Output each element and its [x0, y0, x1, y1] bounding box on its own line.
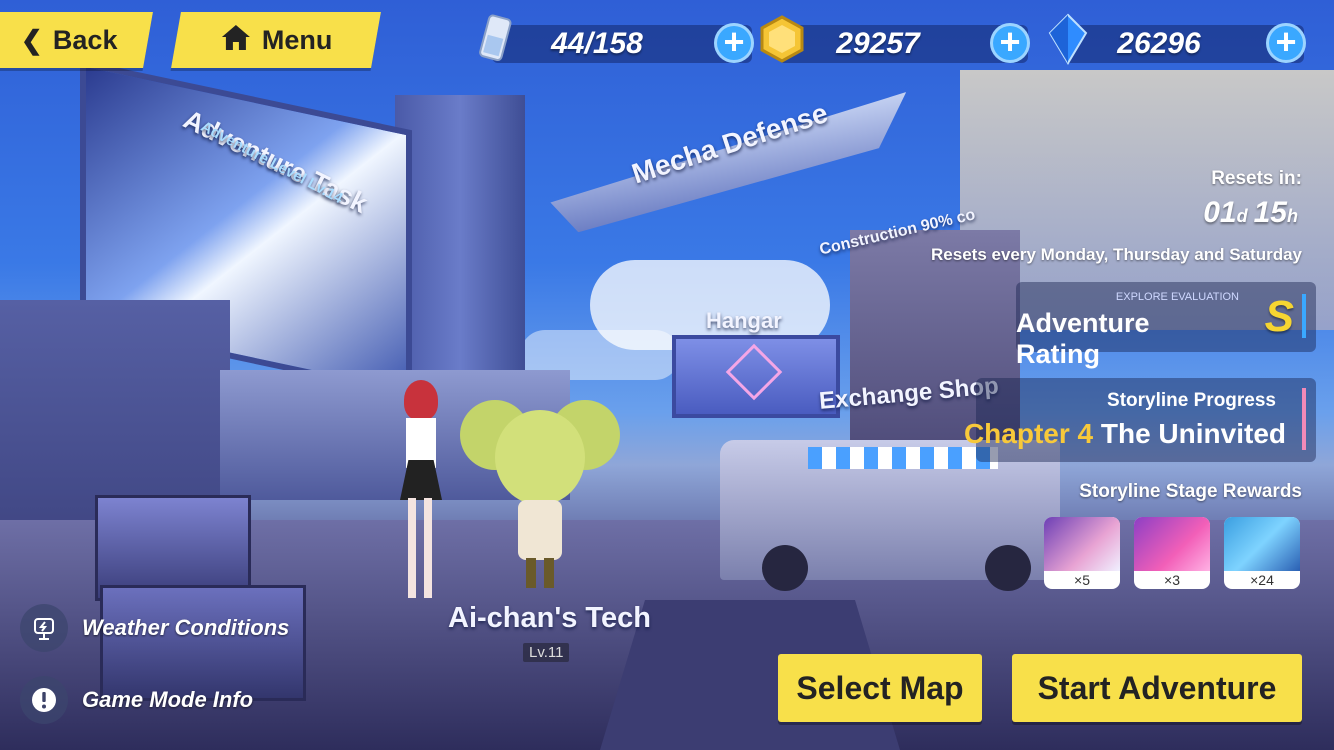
- reset-days-unit: d: [1236, 206, 1248, 226]
- chapter-number: Chapter 4: [963, 418, 1094, 449]
- chevron-left-icon: ❮: [20, 24, 43, 55]
- weather-label: Weather Conditions: [82, 615, 290, 640]
- character-card-icon: [1044, 517, 1120, 571]
- menu-button[interactable]: Menu: [171, 12, 381, 68]
- chapter-name: The Uninvited: [1100, 418, 1286, 449]
- back-label: Back: [52, 24, 118, 55]
- character-level-badge: Lv.11: [523, 643, 570, 662]
- character-ai-chan[interactable]: [460, 400, 620, 590]
- evaluation-caption: EXPLORE EVALUATION: [1115, 291, 1239, 303]
- start-adventure-button[interactable]: Start Adventure: [1012, 654, 1302, 722]
- truck-wheel: [985, 545, 1031, 591]
- reward-count: ×24: [1250, 572, 1274, 588]
- character-name-label: Ai-chan's Tech: [448, 602, 651, 634]
- back-button[interactable]: ❮ Back: [0, 12, 153, 68]
- reset-hours: 15: [1253, 196, 1287, 229]
- reset-title: Resets in:: [1211, 168, 1302, 189]
- reset-days: 01: [1203, 196, 1237, 229]
- weather-icon: [20, 604, 68, 652]
- adventure-rating-label: Adventure Rating: [1016, 308, 1150, 369]
- info-icon: [20, 676, 68, 724]
- reward-count: ×3: [1164, 572, 1180, 588]
- storyline-progress-panel[interactable]: Storyline Progress Chapter 4 The Uninvit…: [964, 378, 1316, 462]
- coin-value: 29257: [836, 27, 920, 60]
- add-crystals-button[interactable]: +: [1266, 23, 1306, 63]
- reset-countdown: 01d 15h: [1203, 196, 1298, 230]
- game-mode-info-button[interactable]: Game Mode Info: [20, 676, 253, 724]
- adventure-rating-panel[interactable]: EXPLORE EVALUATION Adventure Rating S: [1016, 282, 1316, 369]
- reward-item[interactable]: ×3: [1134, 517, 1210, 589]
- rating-accent-bar: [1302, 294, 1306, 338]
- reset-hours-unit: h: [1287, 206, 1298, 226]
- character-red-hair[interactable]: [392, 380, 450, 610]
- reward-count: ×5: [1074, 572, 1090, 588]
- menu-label: Menu: [261, 24, 333, 55]
- truck-wheel: [762, 545, 808, 591]
- home-icon: [220, 23, 252, 58]
- truck-awning: [808, 447, 998, 469]
- coin-counter: 29257 +: [760, 15, 1030, 63]
- add-coins-button[interactable]: +: [990, 23, 1030, 63]
- storyline-chapter-line: Chapter 4 The Uninvited: [964, 418, 1286, 450]
- rating-grade: S: [1264, 292, 1294, 341]
- weather-conditions-button[interactable]: Weather Conditions: [20, 604, 289, 652]
- reward-item[interactable]: ×5: [1044, 517, 1120, 589]
- airship: [544, 92, 906, 238]
- stage-rewards-title: Storyline Stage Rewards: [1079, 481, 1302, 502]
- game-mode-info-label: Game Mode Info: [82, 687, 254, 712]
- select-map-button[interactable]: Select Map: [778, 654, 982, 722]
- storyline-accent-bar: [1302, 388, 1306, 450]
- reward-item[interactable]: ×24: [1224, 517, 1300, 589]
- reset-schedule: Resets every Monday, Thursday and Saturd…: [931, 245, 1302, 264]
- stamina-value: 44/158: [551, 27, 643, 60]
- stamina-counter: 44/158 +: [479, 14, 754, 63]
- crystal-value: 26296: [1117, 27, 1201, 60]
- storyline-title: Storyline Progress: [1107, 390, 1276, 411]
- hangar-label[interactable]: Hangar: [706, 308, 782, 334]
- crystal-counter: 26296 +: [1048, 13, 1306, 65]
- add-stamina-button[interactable]: +: [714, 23, 754, 63]
- weapon-parts-icon: [1134, 517, 1210, 571]
- supply-box-icon: [1224, 517, 1300, 571]
- tower-building: [395, 95, 525, 385]
